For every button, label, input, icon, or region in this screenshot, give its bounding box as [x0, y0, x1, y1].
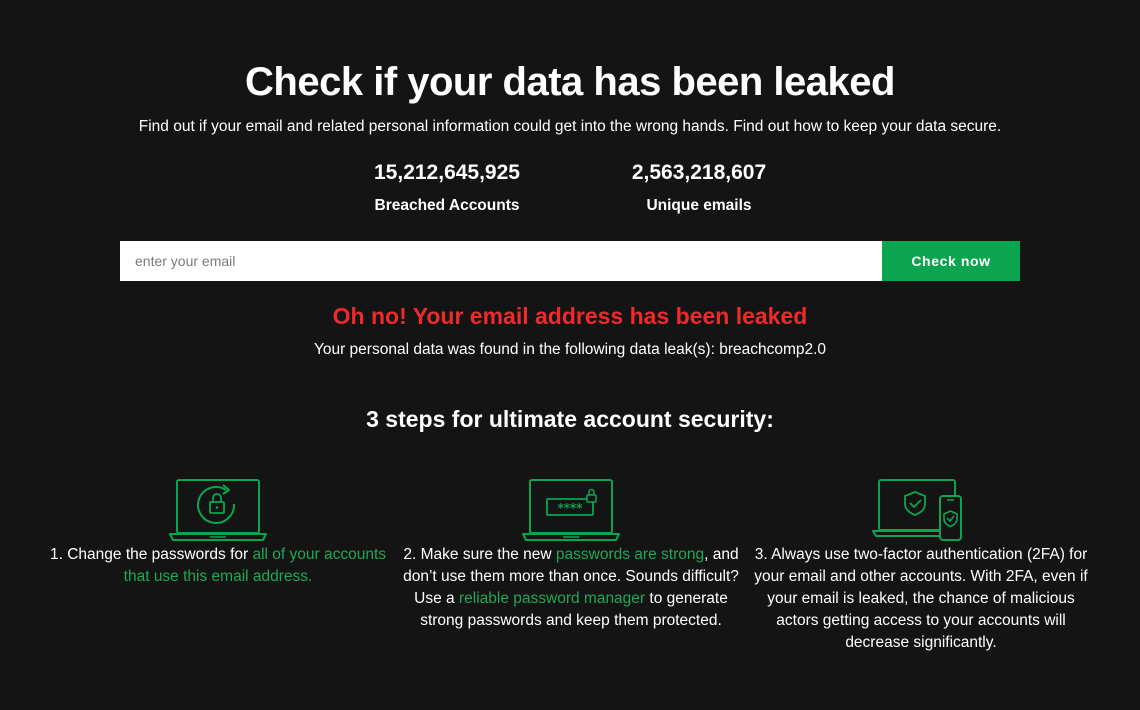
leak-alert-heading: Oh no! Your email address has been leake…: [332, 303, 808, 329]
step-1-text: 1. Change the passwords for all of your …: [40, 544, 396, 588]
step-1: 1. Change the passwords for all of your …: [40, 478, 396, 588]
laptop-refresh-lock-icon: [169, 479, 267, 541]
step-2: **** 2. Make sure the new passwords are …: [394, 478, 748, 632]
page-subtitle: Find out if your email and related perso…: [138, 118, 1002, 135]
stat-unique-emails: 2,563,218,607 Unique emails: [599, 160, 799, 216]
step-3-text: 3. Always use two-factor authentication …: [754, 546, 1088, 651]
stat-value: 2,563,218,607: [631, 161, 767, 184]
stat-label: Unique emails: [646, 197, 752, 214]
check-now-button[interactable]: Check now: [882, 241, 1020, 281]
stat-breached-accounts: 15,212,645,925 Breached Accounts: [347, 160, 547, 216]
step-3: 3. Always use two-factor authentication …: [745, 478, 1097, 654]
password-manager-link[interactable]: reliable password manager: [459, 590, 645, 607]
page-title: Check if your data has been leaked: [245, 60, 895, 104]
laptop-phone-shield-icon: [872, 479, 962, 541]
stat-value: 15,212,645,925: [374, 161, 520, 184]
step-text-part: 2. Make sure the new: [403, 546, 556, 563]
stat-label: Breached Accounts: [374, 197, 520, 214]
strong-passwords-link[interactable]: passwords are strong: [556, 546, 704, 563]
step-text-part: 1. Change the passwords for: [49, 546, 253, 563]
laptop-password-icon: ****: [522, 479, 620, 541]
steps-heading: 3 steps for ultimate account security:: [366, 406, 774, 432]
leak-details: Your personal data was found in the foll…: [313, 341, 827, 358]
email-search-form: Check now: [120, 241, 1020, 281]
email-input[interactable]: [120, 241, 882, 281]
svg-text:****: ****: [557, 501, 583, 515]
leak-check-page: Check if your data has been leaked Find …: [0, 0, 1140, 710]
step-2-text: 2. Make sure the new passwords are stron…: [394, 544, 748, 632]
